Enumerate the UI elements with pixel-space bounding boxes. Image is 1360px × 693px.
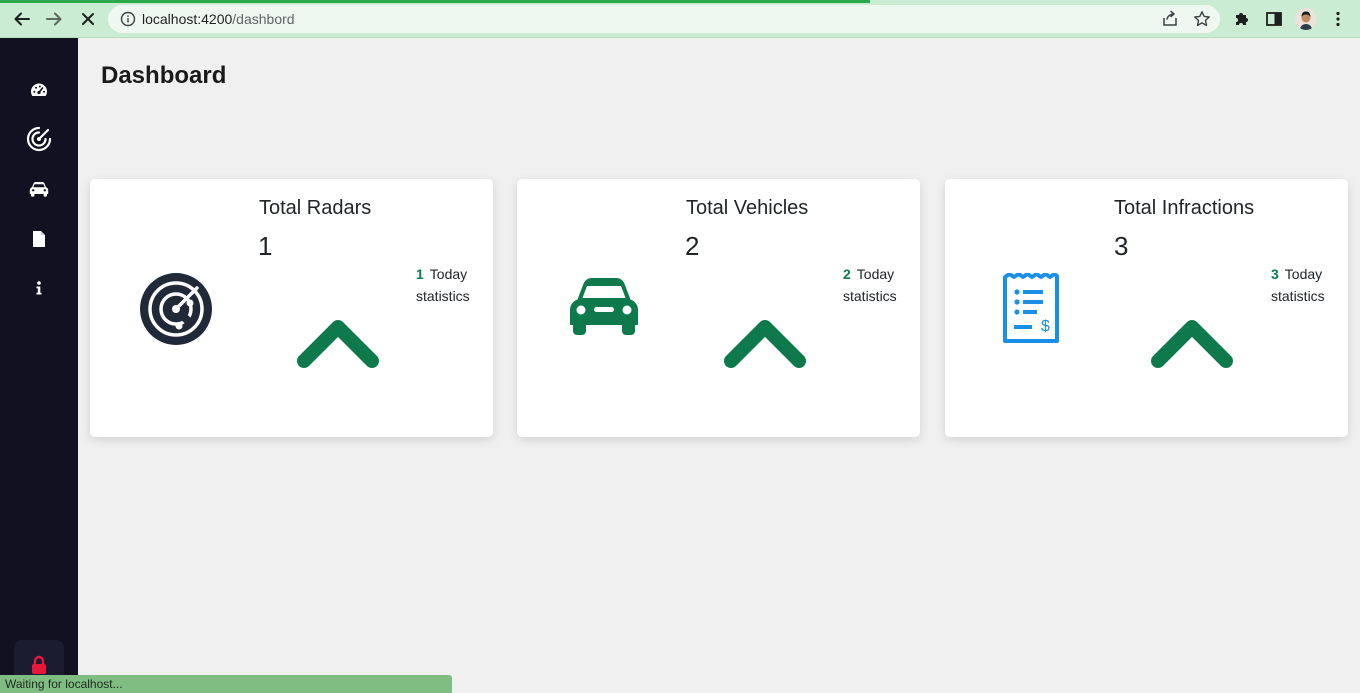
today-label: Today [429, 266, 468, 282]
address-bar[interactable]: localhost:4200/dashbord [108, 5, 1220, 33]
card-title: Total Infractions [1114, 197, 1255, 219]
browser-toolbar: localhost:4200/dashbord [0, 0, 1360, 38]
today-stat: 3 Today [1271, 266, 1322, 282]
card-total-infractions: Total Infractions 3 $ 3 Today statistics [945, 179, 1348, 437]
statistics-label: statistics [1271, 288, 1325, 304]
chevron-up-icon [1151, 320, 1233, 368]
side-panel-button[interactable] [1263, 8, 1285, 30]
svg-text:$: $ [1041, 318, 1050, 335]
today-count: 1 [416, 266, 424, 282]
browser-menu-button[interactable] [1327, 8, 1349, 30]
arrow-right-icon [46, 12, 62, 26]
today-count: 3 [1271, 266, 1279, 282]
statistics-label: statistics [843, 288, 897, 304]
url-path: /dashbord [232, 11, 295, 27]
today-stat: 1 Today [416, 266, 467, 282]
page-title: Dashboard [101, 62, 227, 89]
card-count: 2 [685, 231, 700, 261]
page-load-progress [0, 0, 870, 3]
puzzle-icon [1236, 13, 1248, 25]
chevron-up-icon [297, 320, 379, 368]
sidebar-item-about[interactable] [19, 270, 59, 306]
card-title: Total Vehicles [686, 197, 809, 219]
today-count: 2 [843, 266, 851, 282]
card-total-radars: Total Radars 1 1 Today statistics [90, 179, 493, 437]
car-icon [29, 182, 49, 197]
sidebar-item-radars[interactable] [19, 121, 59, 157]
arrow-left-icon [14, 12, 30, 26]
lock-icon [32, 655, 46, 674]
url-host: localhost:4200 [142, 11, 233, 27]
share-icon[interactable] [1161, 10, 1179, 28]
today-label: Today [856, 266, 895, 282]
card-title: Total Radars [259, 197, 372, 219]
star-icon[interactable] [1193, 10, 1211, 28]
sidebar-item-vehicles[interactable] [19, 171, 59, 207]
back-button[interactable] [9, 7, 35, 31]
more-vertical-icon [1336, 11, 1340, 27]
radar-icon [140, 273, 212, 345]
card-total-vehicles: Total Vehicles 2 2 Today statistics [517, 179, 920, 437]
statistics-label: statistics [416, 288, 470, 304]
car-icon [570, 278, 638, 335]
sidebar [0, 38, 78, 693]
card-count: 3 [1114, 231, 1129, 261]
radar-icon [26, 126, 52, 152]
receipt-icon: $ [1003, 273, 1059, 343]
close-icon [82, 13, 94, 25]
profile-avatar[interactable] [1295, 8, 1317, 30]
user-avatar-icon [1295, 8, 1317, 30]
status-text: Waiting for localhost... [5, 677, 123, 691]
card-count: 1 [258, 231, 273, 261]
info-circle-icon[interactable] [120, 11, 136, 27]
gauge-icon [31, 83, 48, 96]
sidebar-item-infractions[interactable] [19, 221, 59, 257]
url-text[interactable]: localhost:4200/dashbord [142, 11, 295, 27]
stop-loading-button[interactable] [75, 7, 101, 31]
today-label: Today [1284, 266, 1323, 282]
file-icon [33, 231, 45, 247]
sidebar-item-dashboard[interactable] [19, 72, 59, 108]
chevron-up-icon [724, 320, 806, 368]
browser-status-bubble: Waiting for localhost... [0, 675, 452, 693]
side-panel-icon [1266, 12, 1282, 26]
today-stat: 2 Today [843, 266, 894, 282]
info-icon [36, 281, 42, 295]
forward-button[interactable] [41, 7, 67, 31]
extensions-button[interactable] [1231, 8, 1253, 30]
